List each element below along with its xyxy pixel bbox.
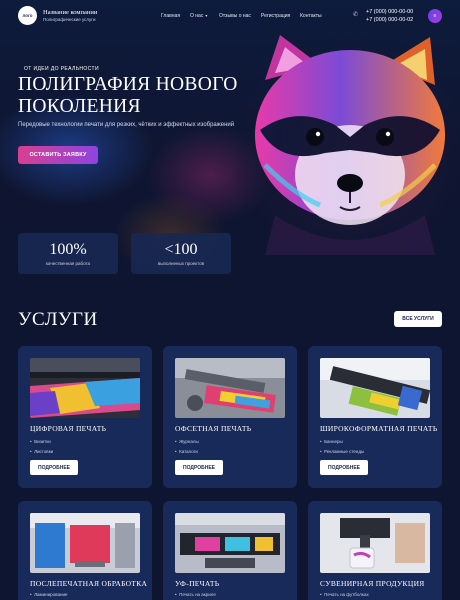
service-item: • Баннеры xyxy=(320,439,343,444)
service-item: • Печать на футболках xyxy=(320,592,369,597)
stat-value: <100 xyxy=(164,241,198,258)
menu-button[interactable]: ≡ xyxy=(428,9,442,23)
details-button[interactable]: ПОДРОБНЕЕ xyxy=(320,460,368,475)
nav-registration[interactable]: Регистрация xyxy=(261,13,290,19)
stat-value: 100% xyxy=(49,241,87,258)
services-title: УСЛУГИ xyxy=(18,309,98,330)
chevron-down-icon: ▾ xyxy=(205,13,208,18)
service-image-uv xyxy=(175,513,285,573)
details-button[interactable]: ПОДРОБНЕЕ xyxy=(30,460,78,475)
service-item: • Ламинирование xyxy=(30,592,68,597)
service-image-digital xyxy=(30,358,140,418)
phone-number-1[interactable]: +7 (000) 000-00-00 xyxy=(366,9,413,15)
service-card-postpress: ПОСЛЕПЕЧАТНАЯ ОБРАБОТКА • Ламинирование xyxy=(18,501,152,600)
nav-reviews[interactable]: Отзывы о нас xyxy=(219,13,251,19)
cta-button[interactable]: ОСТАВИТЬ ЗАЯВКУ xyxy=(18,146,98,164)
nav-home[interactable]: Главная xyxy=(161,13,180,19)
service-title: СУВЕНИРНАЯ ПРОДУКЦИЯ xyxy=(320,579,425,588)
nav-contacts[interactable]: Контакты xyxy=(300,13,322,19)
all-services-button[interactable]: ВСЕ УСЛУГИ xyxy=(394,311,442,327)
service-image-souvenir xyxy=(320,513,430,573)
service-item: • Журналы xyxy=(175,439,199,444)
service-card-digital: ЦИФРОВАЯ ПЕЧАТЬ • Визитки • Листовки ПОД… xyxy=(18,346,152,488)
service-title: ЦИФРОВАЯ ПЕЧАТЬ xyxy=(30,424,107,433)
company-name: Название компании xyxy=(43,9,98,16)
company-subtitle: Полиграфические услуги xyxy=(43,17,96,22)
hero-title-line1: ПОЛИГРАФИЯ НОВОГО xyxy=(18,74,238,95)
service-card-offset: ОФСЕТНАЯ ПЕЧАТЬ • Журналы • Каталоги ПОД… xyxy=(163,346,297,488)
logo[interactable]: лого xyxy=(18,6,37,25)
raccoon-image xyxy=(235,25,460,255)
service-title: ОФСЕТНАЯ ПЕЧАТЬ xyxy=(175,424,252,433)
hero-description: Передовые технологии печати для резких, … xyxy=(18,122,235,128)
nav-about-label: О нас xyxy=(190,13,204,19)
site-header: лого Название компании Полиграфические у… xyxy=(0,0,460,34)
phone-number-2[interactable]: +7 (000) 000-00-02 xyxy=(366,17,413,23)
service-item: • Рекламные стенды xyxy=(320,449,365,454)
service-card-wide-format: ШИРОКОФОРМАТНАЯ ПЕЧАТЬ • Баннеры • Рекла… xyxy=(308,346,442,488)
service-item: • Листовки xyxy=(30,449,54,454)
service-card-uv: УФ-ПЕЧАТЬ • Печать на акриле xyxy=(163,501,297,600)
hero-title-line2: ПОКОЛЕНИЯ xyxy=(18,96,141,117)
service-item: • Визитки xyxy=(30,439,51,444)
stat-label: выполненых проектов xyxy=(157,261,205,266)
details-button[interactable]: ПОДРОБНЕЕ xyxy=(175,460,223,475)
phone-icon: ✆ xyxy=(353,12,359,18)
service-card-souvenir: СУВЕНИРНАЯ ПРОДУКЦИЯ • Печать на футболк… xyxy=(308,501,442,600)
service-title: ШИРОКОФОРМАТНАЯ ПЕЧАТЬ xyxy=(320,424,438,433)
menu-icon: ≡ xyxy=(433,13,437,19)
service-item: • Каталоги xyxy=(175,449,198,454)
service-image-wide-format xyxy=(320,358,430,418)
stat-card-quality: 100% качественная работа xyxy=(18,233,118,274)
service-image-offset xyxy=(175,358,285,418)
service-image-postpress xyxy=(30,513,140,573)
service-title: УФ-ПЕЧАТЬ xyxy=(175,579,220,588)
hero-title: ПОЛИГРАФИЯ НОВОГО ПОКОЛЕНИЯ xyxy=(18,74,238,118)
service-item: • Печать на акриле xyxy=(175,592,216,597)
hero-eyebrow: ОТ ИДЕИ ДО РЕАЛЬНОСТИ xyxy=(24,66,99,72)
stat-label: качественная работа xyxy=(45,261,91,266)
stat-card-projects: <100 выполненых проектов xyxy=(131,233,231,274)
service-title: ПОСЛЕПЕЧАТНАЯ ОБРАБОТКА xyxy=(30,579,148,588)
nav-about[interactable]: О нас ▾ xyxy=(190,13,207,19)
